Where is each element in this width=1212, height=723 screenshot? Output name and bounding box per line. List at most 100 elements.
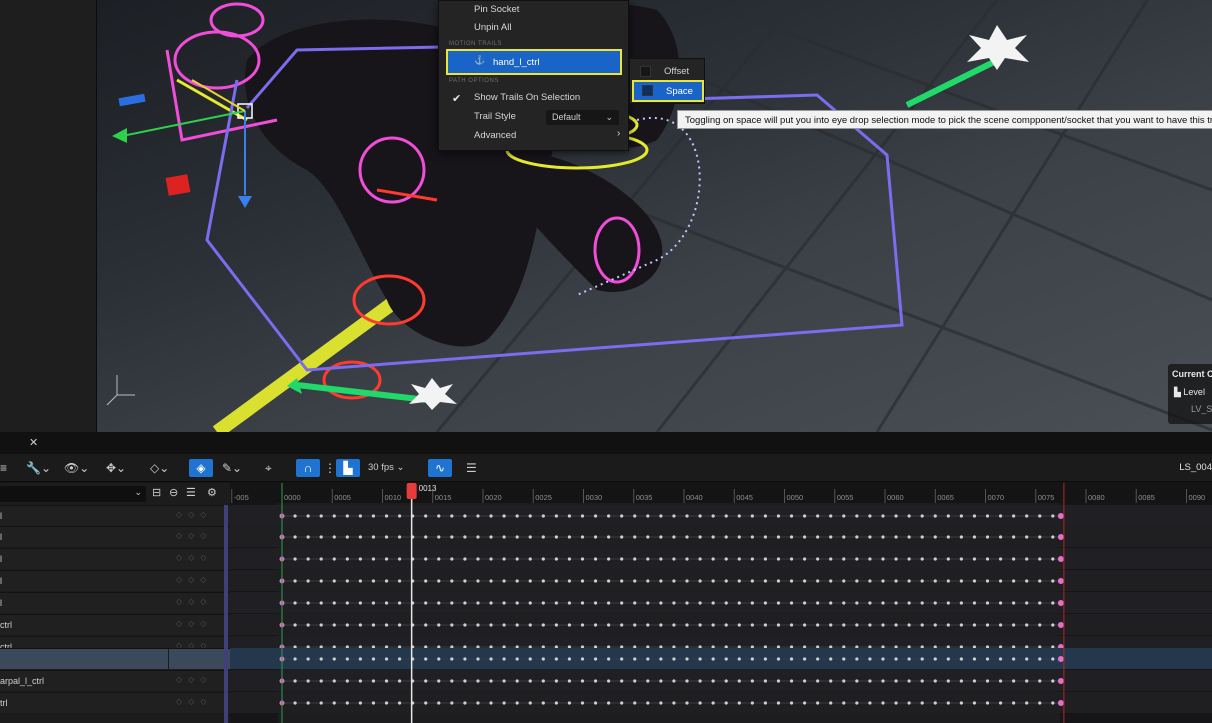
snap-magnet-button[interactable]: ∩: [296, 459, 320, 477]
auto-key-button[interactable]: ◈: [189, 459, 213, 477]
keyframe: [737, 701, 741, 705]
track-row[interactable]: ctrl ◇◇◇: [0, 614, 230, 635]
keyframe-icon[interactable]: ◇⌄: [150, 459, 169, 477]
keyframe: [515, 535, 519, 539]
keyframe: [515, 657, 519, 661]
menu-item-show-trails[interactable]: Show Trails On Selection: [474, 90, 580, 106]
keyframe: [463, 514, 467, 518]
keyframe: [332, 514, 336, 518]
keyframe: [672, 623, 676, 627]
keyframe: [672, 535, 676, 539]
track-row[interactable]: l ◇◇◇: [0, 570, 230, 591]
keyframe-end: [1057, 600, 1064, 606]
keyframe: [724, 557, 728, 561]
keyframe: [672, 679, 676, 683]
brush-icon[interactable]: ✎⌄: [222, 459, 242, 477]
keyframe: [907, 514, 911, 518]
transform-icon[interactable]: ✥⌄: [106, 459, 126, 477]
keyframe: [1012, 601, 1016, 605]
keyframe: [332, 623, 336, 627]
trail-style-dropdown[interactable]: Default ⌄: [546, 110, 619, 125]
keyframe: [881, 535, 885, 539]
keyframe: [894, 514, 898, 518]
space-checkbox[interactable]: [642, 85, 653, 96]
list-icon[interactable]: ☰: [186, 486, 196, 499]
keyframe: [554, 679, 558, 683]
track-row[interactable]: trl ◇◇◇: [0, 692, 230, 713]
close-tab-icon[interactable]: ✕: [29, 436, 38, 449]
keyframe: [580, 514, 585, 518]
collapse-icon[interactable]: ⊟: [152, 486, 161, 499]
tracks-icon[interactable]: ☰: [466, 459, 477, 477]
keyframe: [959, 579, 963, 583]
ruler-tick-label: 0080: [1088, 493, 1105, 502]
keyframe: [685, 623, 689, 627]
snap-keys-button[interactable]: ▙: [336, 459, 360, 477]
ruler-tick-label: 0055: [837, 493, 854, 502]
keyframe: [776, 657, 781, 661]
track-row[interactable]: arpal_l_ctrl ◇◇◇: [0, 670, 230, 691]
gear-icon[interactable]: ⚙: [207, 486, 217, 499]
track-row[interactable]: l ◇◇◇: [0, 505, 230, 526]
key-nav-icons[interactable]: ◇◇◇: [176, 553, 212, 562]
keyframe: [397, 601, 402, 605]
sequencer-toolbar: ≡ 🔧⌄ 👁⌄ ✥⌄ ◇⌄ ◈ ✎⌄ ⌖ ∩ ⋮ ▙ 30 fps ⌄ ∿ ☰ …: [0, 454, 1212, 482]
key-nav-icons[interactable]: ◇◇◇: [176, 575, 212, 584]
track-row[interactable]: l ◇◇◇: [0, 548, 230, 569]
eye-icon[interactable]: 👁⌄: [64, 459, 89, 477]
keyframe: [698, 679, 702, 683]
wrench-icon[interactable]: 🔧⌄: [26, 459, 51, 477]
keyframe: [1038, 535, 1042, 539]
checkmark-icon: ✔: [452, 93, 462, 105]
keyframe: [580, 579, 585, 583]
keyframe: [894, 679, 898, 683]
keyframe: [554, 601, 558, 605]
timeline-ruler: [230, 483, 1212, 503]
track-row[interactable]: l ◇◇◇: [0, 526, 230, 547]
keyframe: [776, 679, 781, 683]
key-nav-icons[interactable]: ◇◇◇: [176, 597, 212, 606]
pointer-icon[interactable]: ⌖: [265, 459, 272, 477]
keyframe: [620, 701, 624, 705]
minus-circle-icon[interactable]: ⊖: [169, 486, 178, 499]
menu-item-unpin-all[interactable]: Unpin All: [474, 20, 512, 36]
keyframe: [463, 601, 467, 605]
track-name: l: [0, 576, 2, 586]
keyframe: [332, 535, 336, 539]
track-row-selected[interactable]: [0, 648, 230, 670]
keyframe: [306, 535, 310, 539]
menu-icon[interactable]: ≡: [0, 459, 7, 477]
keyframe: [437, 657, 441, 661]
key-nav-icons[interactable]: ◇◇◇: [176, 619, 212, 628]
track-row[interactable]: l ◇◇◇: [0, 592, 230, 613]
keyframe: [332, 601, 336, 605]
key-nav-icons[interactable]: ◇◇◇: [176, 510, 212, 519]
key-nav-icons[interactable]: ◇◇◇: [176, 675, 212, 684]
ruler-tick-label: 0060: [887, 493, 904, 502]
menu-item-pin-socket[interactable]: Pin Socket: [474, 2, 519, 18]
keyframe: [1025, 579, 1029, 583]
keyframe: [933, 535, 937, 539]
curve-editor-button[interactable]: ∿: [428, 459, 452, 477]
track-filter-input[interactable]: ⌄: [0, 486, 146, 502]
keyframe: [933, 679, 937, 683]
level-viewport[interactable]: Pin Socket Unpin All MOTION TRAILS ⚓ han…: [97, 0, 1212, 432]
keyframe: [646, 535, 650, 539]
submenu-item-space[interactable]: Space: [632, 80, 704, 102]
keyframe: [371, 557, 376, 561]
sequencer-timeline[interactable]: -005 0000 0005 0010 0015 0020 0025 0030 0035 0040…: [230, 483, 1212, 723]
keyframe: [881, 679, 885, 683]
key-nav-icons[interactable]: ◇◇◇: [176, 531, 212, 540]
menu-item-selected-socket[interactable]: ⚓ hand_l_ctrl: [446, 49, 622, 75]
fps-selector[interactable]: 30 fps ⌄: [368, 459, 405, 477]
key-nav-icons[interactable]: ◇◇◇: [176, 697, 212, 706]
keyframe: [868, 535, 872, 539]
keyframe: [476, 579, 480, 583]
snap-options-icon[interactable]: ⋮: [324, 459, 336, 477]
keyframe: [633, 657, 637, 661]
menu-item-advanced[interactable]: Advanced: [474, 128, 516, 144]
submenu-item-offset[interactable]: Offset: [630, 62, 706, 80]
keyframe: [959, 557, 963, 561]
offset-checkbox[interactable]: [640, 66, 651, 77]
keyframe: [424, 601, 428, 605]
